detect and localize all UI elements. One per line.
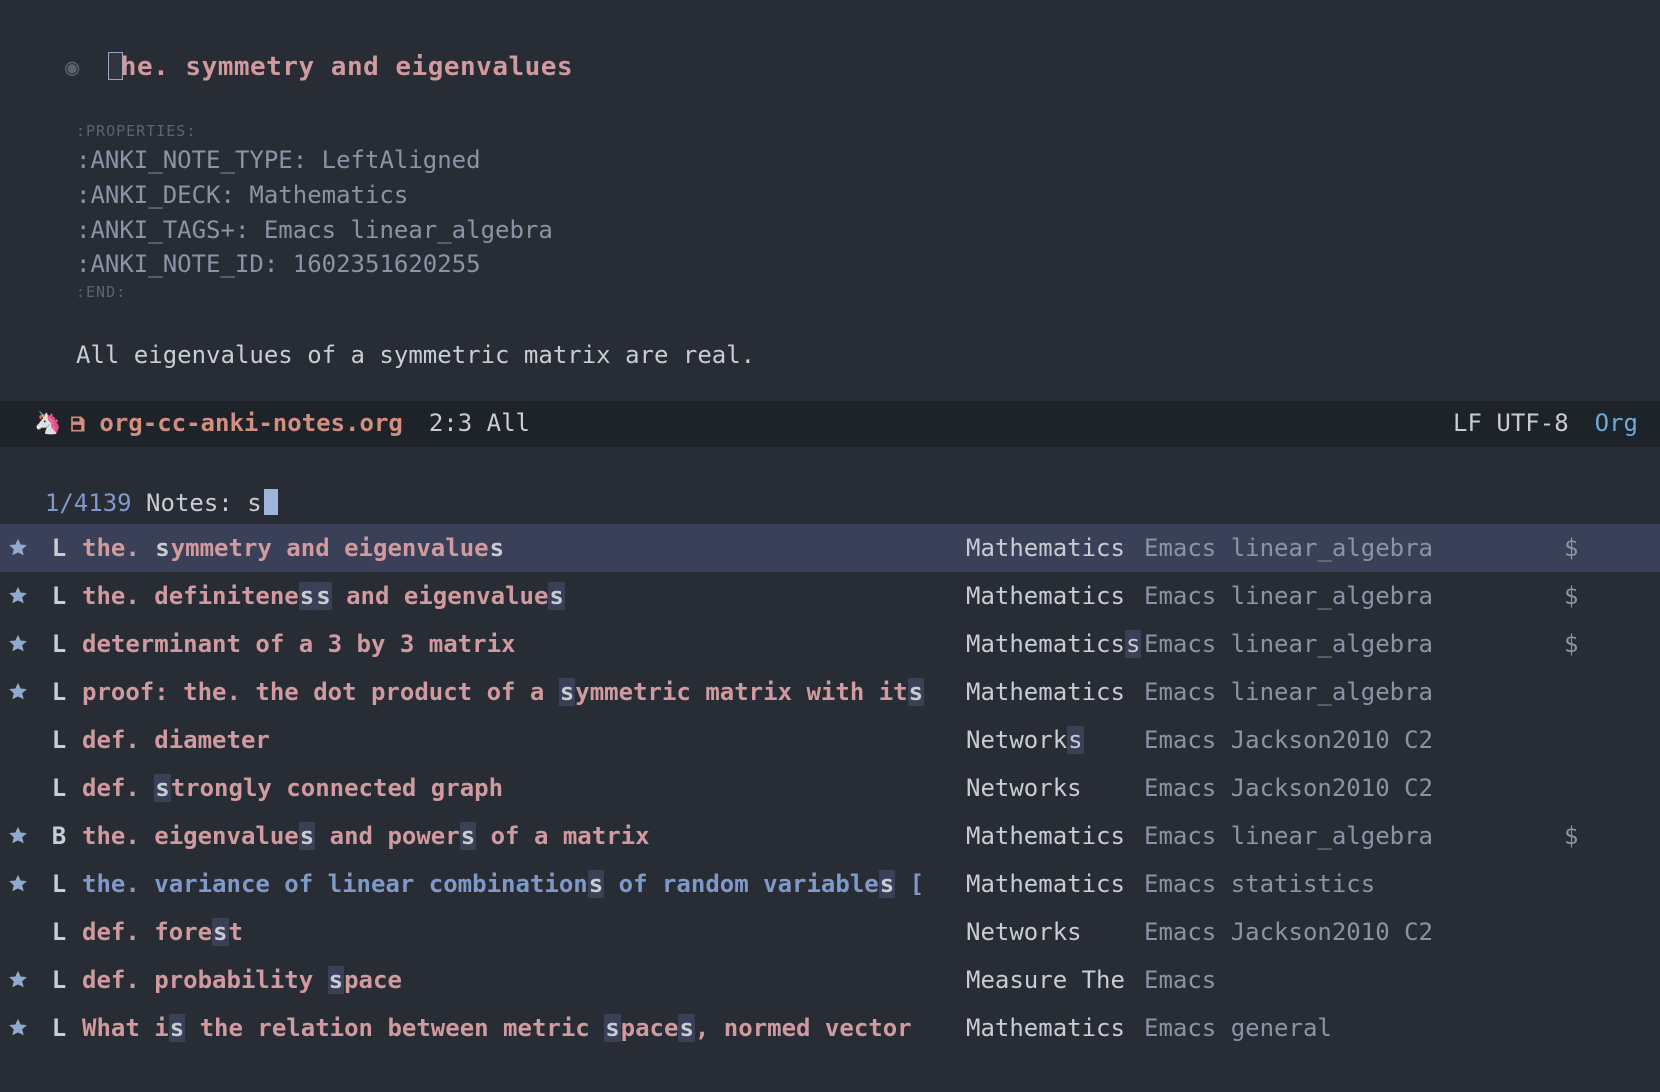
item-title: def. diameter: [82, 723, 966, 758]
list-item[interactable]: Bthe. eigenvalues and powers of a matrix…: [0, 812, 1660, 860]
list-item[interactable]: LWhat is the relation between metric spa…: [0, 1004, 1660, 1052]
item-title: determinant of a 3 by 3 matrix: [82, 627, 966, 662]
item-tags: Emacs Jackson2010 C2: [1144, 771, 1564, 806]
candidate-list[interactable]: Lthe. symmetry and eigenvaluesMathematic…: [0, 524, 1660, 1092]
item-tags: Emacs Jackson2010 C2: [1144, 723, 1564, 758]
star-icon: [0, 1017, 36, 1039]
star-icon: [0, 633, 36, 655]
item-deck: Mathematics: [966, 1011, 1144, 1046]
match-count: 1/4139: [45, 489, 132, 517]
item-deck: Networks: [966, 915, 1144, 950]
buffer-filename: org-cc-anki-notes.org: [99, 406, 402, 441]
item-tags: Emacs statistics: [1144, 867, 1564, 902]
bullet-icon: ◉: [58, 50, 108, 85]
headline[interactable]: ◉ he. symmetry and eigenvalues: [0, 14, 1660, 121]
item-type: L: [36, 867, 82, 902]
item-type: B: [36, 819, 82, 854]
item-type: L: [36, 627, 82, 662]
item-type: L: [36, 771, 82, 806]
editor-buffer[interactable]: ◉ he. symmetry and eigenvalues :PROPERTI…: [0, 0, 1660, 373]
item-tags: Emacs linear_algebra: [1144, 675, 1564, 710]
entry-body: All eigenvalues of a symmetric matrix ar…: [0, 338, 1660, 373]
blank-line: [0, 304, 1660, 338]
modeline: 🦄 org-cc-anki-notes.org 2:3 All LF UTF-8…: [0, 401, 1660, 447]
item-title: the. variance of linear combinations of …: [82, 867, 966, 902]
item-title: the. definiteness and eigenvalues: [82, 579, 966, 614]
list-item[interactable]: Lthe. definiteness and eigenvaluesMathem…: [0, 572, 1660, 620]
item-title: proof: the. the dot product of a symmetr…: [82, 675, 966, 710]
star-icon: [0, 825, 36, 847]
list-item[interactable]: Ldef. diameterNetworksEmacs Jackson2010 …: [0, 716, 1660, 764]
item-tags: Emacs Jackson2010 C2: [1144, 915, 1564, 950]
item-deck: Mathematics: [966, 531, 1144, 566]
item-deck: Networks: [966, 723, 1144, 758]
item-type: L: [36, 579, 82, 614]
star-icon: [0, 873, 36, 895]
item-tags: Emacs linear_algebra: [1144, 531, 1564, 566]
list-item[interactable]: Lthe. variance of linear combinations of…: [0, 860, 1660, 908]
item-deck: Mathematicss: [966, 627, 1144, 662]
buffer-encoding: LF UTF-8: [1453, 406, 1569, 441]
star-icon: [0, 969, 36, 991]
item-deck: Mathematics: [966, 579, 1144, 614]
unicorn-icon: 🦄: [34, 408, 61, 440]
prop-tags: :ANKI_TAGS+: Emacs linear_algebra: [0, 213, 1660, 248]
search-input[interactable]: s: [247, 489, 261, 517]
list-item[interactable]: Lproof: the. the dot product of a symmet…: [0, 668, 1660, 716]
item-type: L: [36, 531, 82, 566]
star-icon: [0, 537, 36, 559]
item-deck: Mathematics: [966, 867, 1144, 902]
prompt-label: Notes:: [132, 489, 248, 517]
item-tags: Emacs: [1144, 963, 1564, 998]
item-title: What is the relation between metric spac…: [82, 1011, 966, 1046]
item-extra: $: [1564, 579, 1578, 614]
item-title: def. forest: [82, 915, 966, 950]
headline-title: he. symmetry and eigenvalues: [121, 52, 573, 82]
item-deck: Mathematics: [966, 675, 1144, 710]
list-item[interactable]: Lthe. symmetry and eigenvaluesMathematic…: [0, 524, 1660, 572]
prop-note-id: :ANKI_NOTE_ID: 1602351620255: [0, 247, 1660, 282]
star-icon: [0, 681, 36, 703]
item-type: L: [36, 915, 82, 950]
item-title: the. symmetry and eigenvalues: [82, 531, 966, 566]
item-title: def. strongly connected graph: [82, 771, 966, 806]
item-type: L: [36, 675, 82, 710]
item-title: the. eigenvalues and powers of a matrix: [82, 819, 966, 854]
item-tags: Emacs linear_algebra: [1144, 627, 1564, 662]
item-extra: $: [1564, 627, 1578, 662]
item-type: L: [36, 963, 82, 998]
cursor-position: 2:3 All: [429, 406, 530, 441]
item-extra: $: [1564, 819, 1578, 854]
prop-note-type: :ANKI_NOTE_TYPE: LeftAligned: [0, 143, 1660, 178]
list-item[interactable]: Ldef. strongly connected graphNetworksEm…: [0, 764, 1660, 812]
major-mode: Org: [1595, 406, 1638, 441]
star-icon: [0, 585, 36, 607]
item-type: L: [36, 1011, 82, 1046]
item-tags: Emacs linear_algebra: [1144, 579, 1564, 614]
item-tags: Emacs linear_algebra: [1144, 819, 1564, 854]
list-item[interactable]: Ldeterminant of a 3 by 3 matrixMathemati…: [0, 620, 1660, 668]
prop-deck: :ANKI_DECK: Mathematics: [0, 178, 1660, 213]
item-extra: $: [1564, 531, 1578, 566]
list-item[interactable]: Ldef. probability spaceMeasure TheEmacs: [0, 956, 1660, 1004]
save-icon: [67, 414, 87, 434]
properties-open: :PROPERTIES:: [0, 121, 1660, 143]
item-deck: Mathematics: [966, 819, 1144, 854]
caret-icon: [264, 489, 278, 515]
list-item[interactable]: Ldef. forestNetworksEmacs Jackson2010 C2: [0, 908, 1660, 956]
properties-close: :END:: [0, 282, 1660, 304]
minibuffer-prompt[interactable]: 1/4139 Notes: s: [0, 447, 1660, 525]
item-type: L: [36, 723, 82, 758]
item-tags: Emacs general: [1144, 1011, 1564, 1046]
item-deck: Measure The: [966, 963, 1144, 998]
item-deck: Networks: [966, 771, 1144, 806]
item-title: def. probability space: [82, 963, 966, 998]
